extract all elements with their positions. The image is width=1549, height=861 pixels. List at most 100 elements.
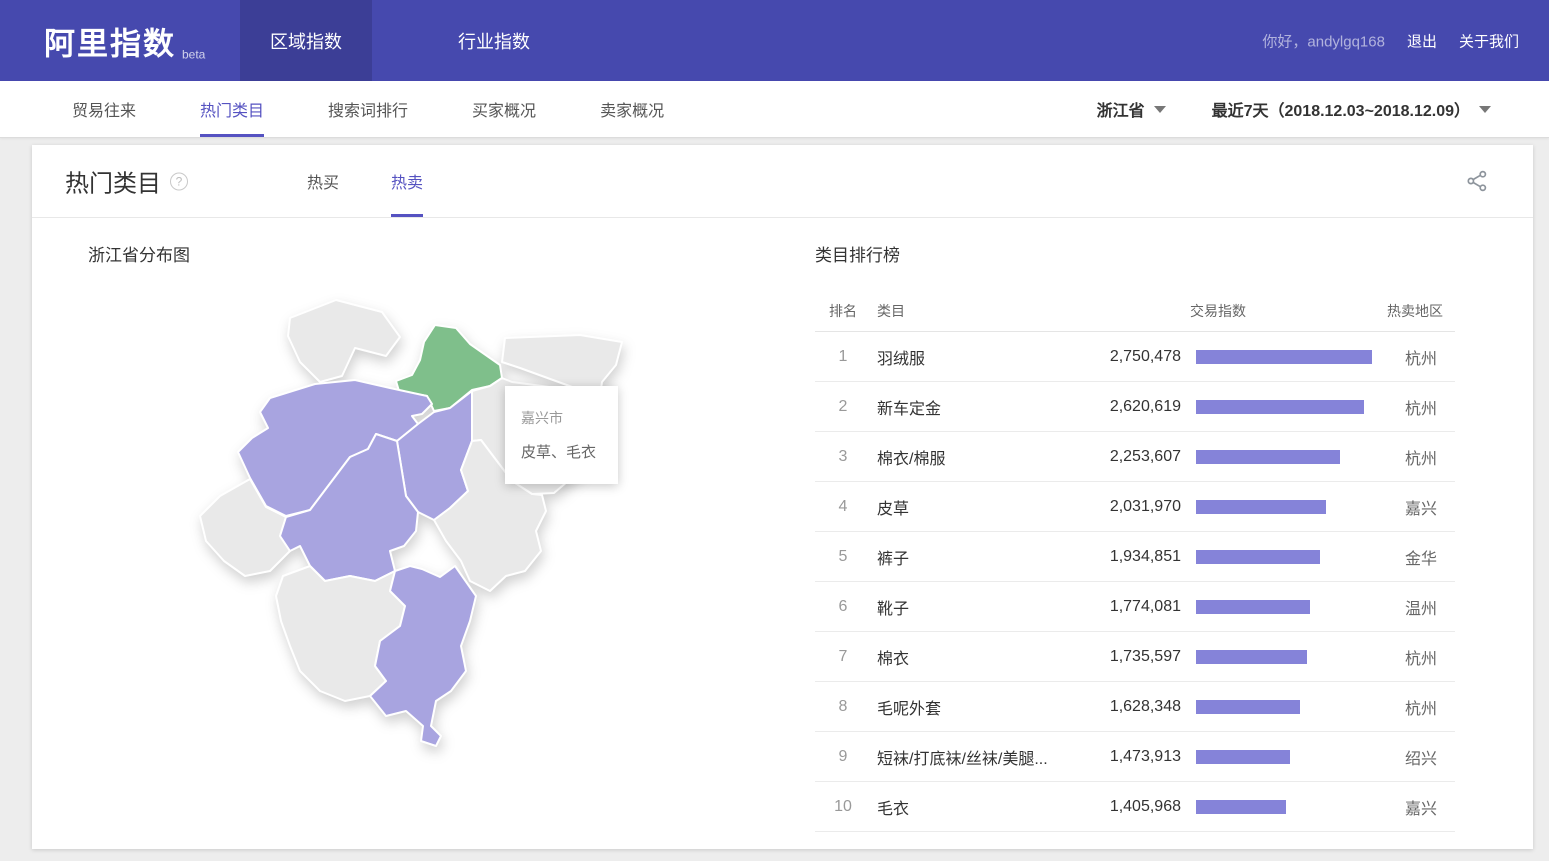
panel-header: 热门类目 ? 热买 热卖 <box>32 145 1533 218</box>
index-cell: 2,750,478 <box>1075 348 1181 366</box>
region-cell: 温州 <box>1387 595 1455 619</box>
rank-cell: 8 <box>815 698 871 716</box>
top-navbar: 阿里指数 beta 区域指数 行业指数 你好，andylgq168 退出 关于我们 <box>0 0 1549 81</box>
bar-cell <box>1196 600 1372 614</box>
region-cell: 杭州 <box>1387 345 1455 369</box>
region-cell: 金华 <box>1387 545 1455 569</box>
app-logo[interactable]: 阿里指数 beta <box>44 18 205 63</box>
index-cell: 1,735,597 <box>1075 648 1181 666</box>
ranking-rows: 1 羽绒服 2,750,478 杭州 2 新车定金 2,620,619 杭州 3… <box>815 332 1455 832</box>
table-row: 8 毛呢外套 1,628,348 杭州 <box>815 682 1455 732</box>
index-bar <box>1196 700 1300 714</box>
region-cell: 绍兴 <box>1387 745 1455 769</box>
index-bar <box>1196 400 1364 414</box>
tab-hot-buy[interactable]: 热买 <box>307 145 339 217</box>
date-range-value: 最近7天（2018.12.03~2018.12.09） <box>1212 97 1470 121</box>
table-row: 3 棉衣/棉服 2,253,607 杭州 <box>815 432 1455 482</box>
rank-cell: 4 <box>815 498 871 516</box>
index-bar <box>1196 550 1320 564</box>
ranking-title: 类目排行榜 <box>815 241 900 266</box>
index-bar <box>1196 350 1372 364</box>
table-row: 9 短袜/打底袜/丝袜/美腿... 1,473,913 绍兴 <box>815 732 1455 782</box>
date-range-select[interactable]: 最近7天（2018.12.03~2018.12.09） <box>1212 97 1491 121</box>
share-icon[interactable] <box>1466 169 1490 193</box>
index-cell: 2,620,619 <box>1075 398 1181 416</box>
bar-cell <box>1196 750 1372 764</box>
category-cell: 棉衣 <box>871 645 1075 669</box>
table-row: 2 新车定金 2,620,619 杭州 <box>815 382 1455 432</box>
rank-cell: 5 <box>815 548 871 566</box>
beta-badge: beta <box>182 47 205 61</box>
index-cell: 1,774,081 <box>1075 598 1181 616</box>
category-ranking-table: 排名 类目 交易指数 热卖地区 1 羽绒服 2,750,478 杭州 2 新车定… <box>815 290 1455 832</box>
table-row: 1 羽绒服 2,750,478 杭州 <box>815 332 1455 382</box>
rank-cell: 9 <box>815 748 871 766</box>
app-logo-text: 阿里指数 <box>44 26 176 61</box>
bar-cell <box>1196 650 1372 664</box>
map-region[interactable] <box>288 300 400 382</box>
hot-categories-panel: 热门类目 ? 热买 热卖 浙江省分布图 <box>32 145 1533 849</box>
index-cell: 1,628,348 <box>1075 698 1181 716</box>
user-greeting: 你好，andylgq168 <box>1262 30 1385 51</box>
rank-cell: 6 <box>815 598 871 616</box>
subnav-item-hot-categories[interactable]: 热门类目 <box>200 81 264 137</box>
map-tooltip: 嘉兴市 皮草、毛衣 <box>505 386 618 484</box>
category-cell: 羽绒服 <box>871 345 1075 369</box>
category-cell: 新车定金 <box>871 395 1075 419</box>
rank-cell: 2 <box>815 398 871 416</box>
index-bar <box>1196 800 1286 814</box>
index-bar <box>1196 650 1307 664</box>
tab-hot-sell[interactable]: 热卖 <box>391 145 423 217</box>
table-row: 6 靴子 1,774,081 温州 <box>815 582 1455 632</box>
col-header-trade-index: 交易指数 <box>1190 301 1246 321</box>
tooltip-categories: 皮草、毛衣 <box>521 441 608 462</box>
subnav-item-seller-overview[interactable]: 卖家概况 <box>600 81 664 137</box>
index-bar <box>1196 600 1310 614</box>
col-header-category: 类目 <box>877 301 905 321</box>
col-header-rank: 排名 <box>829 301 857 321</box>
category-cell: 棉衣/棉服 <box>871 445 1075 469</box>
logout-link[interactable]: 退出 <box>1407 30 1437 51</box>
tab-industry-index[interactable]: 行业指数 <box>428 0 560 81</box>
bar-cell <box>1196 800 1372 814</box>
index-cell: 1,934,851 <box>1075 548 1181 566</box>
region-cell: 杭州 <box>1387 645 1455 669</box>
subnav-item-search-ranking[interactable]: 搜索词排行 <box>328 81 408 137</box>
index-bar <box>1196 750 1290 764</box>
table-row: 5 裤子 1,934,851 金华 <box>815 532 1455 582</box>
buy-sell-tabs: 热买 热卖 <box>307 145 423 217</box>
page-title-text: 热门类目 <box>65 164 161 199</box>
bar-cell <box>1196 700 1372 714</box>
secondary-navbar: 贸易往来 热门类目 搜索词排行 买家概况 卖家概况 浙江省 最近7天（2018.… <box>0 81 1549 138</box>
chevron-down-icon <box>1154 106 1166 113</box>
col-header-hot-region: 热卖地区 <box>1387 301 1443 321</box>
subnav-item-buyer-overview[interactable]: 买家概况 <box>472 81 536 137</box>
primary-tabs: 区域指数 行业指数 <box>240 0 560 81</box>
index-cell: 2,031,970 <box>1075 498 1181 516</box>
province-select[interactable]: 浙江省 <box>1097 97 1166 121</box>
map-svg <box>150 280 700 760</box>
page-title: 热门类目 ? <box>65 164 188 199</box>
bar-cell <box>1196 400 1372 414</box>
index-cell: 2,253,607 <box>1075 448 1181 466</box>
about-us-link[interactable]: 关于我们 <box>1459 30 1519 51</box>
chevron-down-icon <box>1479 106 1491 113</box>
rank-cell: 7 <box>815 648 871 666</box>
table-row: 4 皮草 2,031,970 嘉兴 <box>815 482 1455 532</box>
province-select-value: 浙江省 <box>1097 97 1145 121</box>
category-cell: 毛衣 <box>871 795 1075 819</box>
category-cell: 靴子 <box>871 595 1075 619</box>
help-icon[interactable]: ? <box>170 172 188 190</box>
category-cell: 毛呢外套 <box>871 695 1075 719</box>
index-bar <box>1196 500 1326 514</box>
index-cell: 1,473,913 <box>1075 748 1181 766</box>
table-header: 排名 类目 交易指数 热卖地区 <box>815 290 1455 332</box>
subnav-item-trade[interactable]: 贸易往来 <box>72 81 136 137</box>
tooltip-region-name: 嘉兴市 <box>521 408 608 428</box>
tab-region-index[interactable]: 区域指数 <box>240 0 372 81</box>
table-row: 10 毛衣 1,405,968 嘉兴 <box>815 782 1455 832</box>
map-title: 浙江省分布图 <box>88 241 190 266</box>
bar-cell <box>1196 350 1372 364</box>
region-cell: 杭州 <box>1387 445 1455 469</box>
region-cell: 嘉兴 <box>1387 495 1455 519</box>
